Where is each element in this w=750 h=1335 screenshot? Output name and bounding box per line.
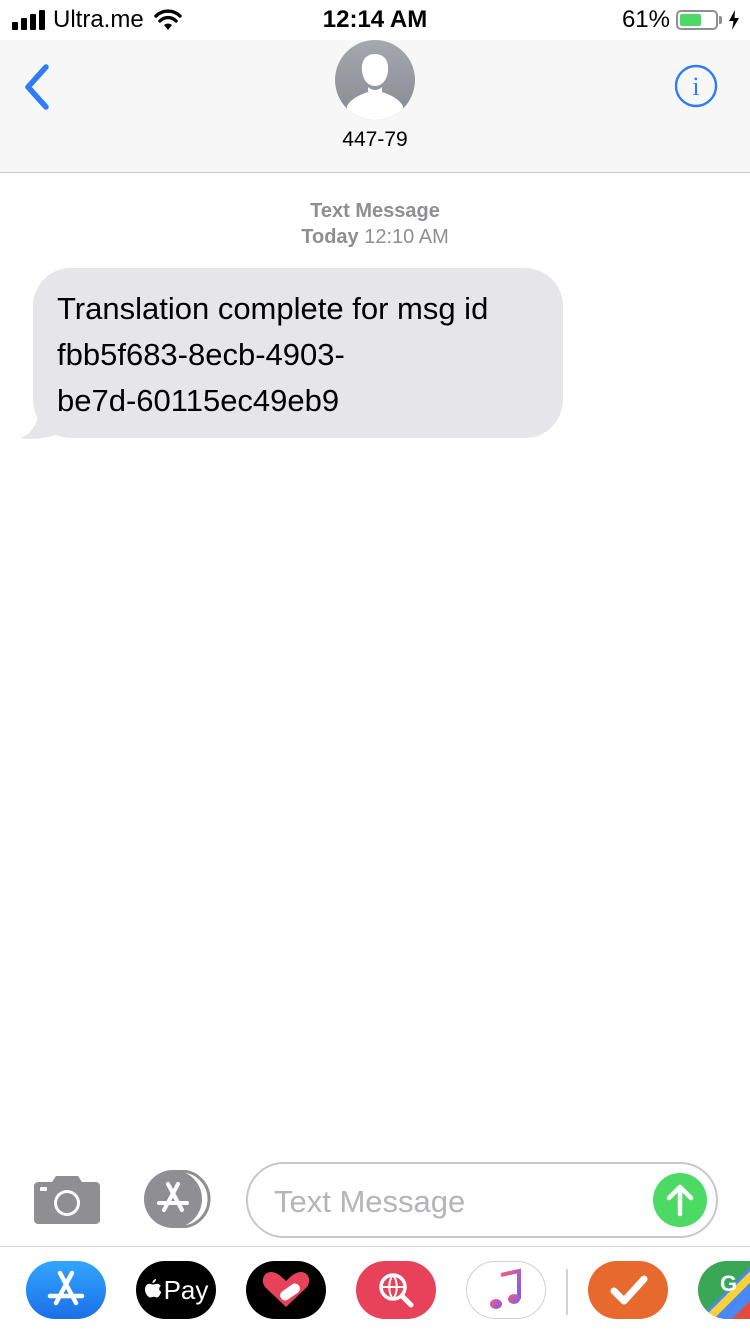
- message-service-label: Text Message: [310, 200, 440, 222]
- info-icon[interactable]: i: [674, 64, 718, 108]
- charging-bolt-icon: [729, 10, 739, 30]
- send-button[interactable]: [653, 1173, 707, 1227]
- back-chevron-icon[interactable]: [18, 62, 58, 112]
- camera-icon[interactable]: [34, 1174, 100, 1224]
- battery-icon: [676, 10, 718, 30]
- heart-app[interactable]: [246, 1261, 326, 1319]
- battery-cap: [719, 16, 722, 24]
- google-maps-icon: G: [698, 1267, 750, 1319]
- contact-name[interactable]: 447-79: [0, 128, 750, 152]
- conversation-header: 447-79 i: [0, 40, 750, 173]
- status-right: 61%: [622, 6, 740, 34]
- heart-app-icon: [262, 1272, 310, 1307]
- apple-pay-label: Pay: [163, 1274, 209, 1305]
- svg-text:G: G: [720, 1271, 737, 1296]
- imessage-app-drawer: Pay G: [0, 1246, 750, 1335]
- timestamp-day: Today: [301, 226, 359, 248]
- google-maps-app[interactable]: G: [698, 1261, 750, 1319]
- app-store-icon: [47, 1270, 85, 1306]
- contact-avatar[interactable]: [335, 40, 415, 120]
- timestamp-time: 12:10 AM: [364, 226, 449, 248]
- search-globe-icon: [379, 1273, 414, 1308]
- checkmark-app[interactable]: [588, 1261, 668, 1319]
- app-store-app[interactable]: [26, 1261, 106, 1319]
- battery-level: [680, 14, 701, 26]
- incoming-message-bubble[interactable]: Translation complete for msg id fbb5f683…: [33, 268, 563, 438]
- web-search-app[interactable]: [356, 1261, 436, 1319]
- drawer-divider: [566, 1269, 568, 1315]
- battery-percent: 61%: [621, 6, 670, 33]
- apple-pay-app[interactable]: Pay: [136, 1261, 216, 1319]
- apple-pay-icon: Pay: [136, 1261, 216, 1319]
- message-input-field[interactable]: [246, 1162, 718, 1238]
- arrow-up-icon: [666, 1184, 694, 1217]
- apple-logo-icon: [144, 1279, 161, 1298]
- app-store-drawer-icon[interactable]: [140, 1170, 212, 1228]
- checkmark-app-icon: [610, 1275, 648, 1305]
- person-silhouette-icon: [347, 54, 403, 120]
- status-bar: Ultra.me 12:14 AM 61%: [0, 0, 750, 40]
- message-timestamp: Today 12:10 AM: [0, 226, 750, 249]
- music-icon: [490, 1268, 521, 1309]
- message-text-input[interactable]: [272, 1176, 646, 1228]
- svg-text:i: i: [692, 72, 699, 101]
- music-app[interactable]: [466, 1261, 546, 1319]
